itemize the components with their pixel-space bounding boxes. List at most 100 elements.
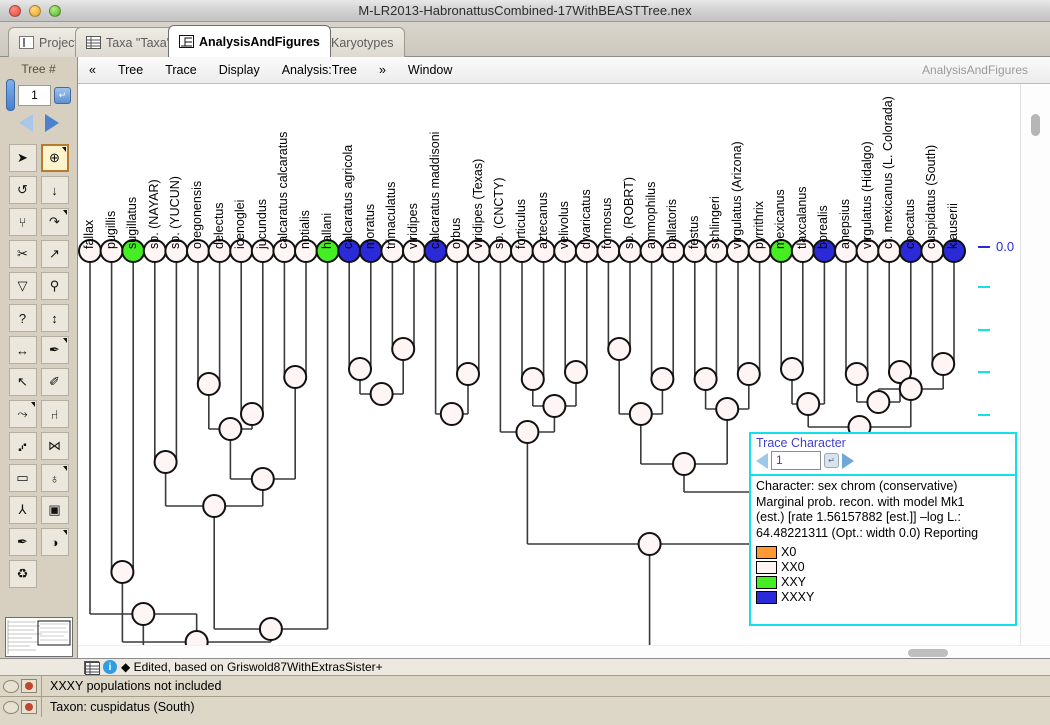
tool-menu-triangle-icon[interactable] xyxy=(63,338,67,343)
globe-tool[interactable]: ♁ xyxy=(41,464,69,492)
annotation-icon[interactable] xyxy=(21,700,37,714)
taxon-label[interactable]: notialis xyxy=(298,210,312,249)
taxon-label[interactable]: calcaratus maddisoni xyxy=(428,132,442,249)
menu-item-analysis[interactable]: Analysis:Tree xyxy=(271,63,368,77)
taxon-label[interactable]: schlingeri xyxy=(708,196,722,249)
next-tree-button[interactable] xyxy=(45,114,59,132)
vertical-scrollbar-thumb[interactable] xyxy=(1031,114,1040,136)
tool-menu-triangle-icon[interactable] xyxy=(62,147,66,152)
tab-analysisandfigures[interactable]: AnalysisAndFigures xyxy=(168,25,331,57)
menu-item-tree[interactable]: Tree xyxy=(107,63,154,77)
graft-tool[interactable]: ↗ xyxy=(41,240,69,268)
taxon-label[interactable]: orbus xyxy=(449,218,463,249)
taxon-label[interactable]: cf. mexicanus (L. Colorada) xyxy=(881,96,895,249)
collapse-tool[interactable]: ⑂ xyxy=(9,208,37,236)
ruler-vertical-tool[interactable]: ↕ xyxy=(41,304,69,332)
taxon-label[interactable]: pyrrithrix xyxy=(752,201,766,249)
menu-item-display[interactable]: Display xyxy=(208,63,271,77)
brush-tool[interactable]: ✒ xyxy=(9,528,37,556)
horizontal-scrollbar[interactable] xyxy=(78,645,1050,658)
menu-item-window[interactable]: Window xyxy=(397,63,463,77)
character-enter-button[interactable]: ↵ xyxy=(824,453,839,468)
info-icon[interactable]: i xyxy=(103,660,117,674)
taxon-label[interactable]: fallax xyxy=(82,220,96,249)
magnifier-plus-tool[interactable]: ⊕ xyxy=(41,144,69,172)
character-number-input[interactable]: 1 xyxy=(771,451,821,470)
pen-tool[interactable]: ✒ xyxy=(41,336,69,364)
query-tool[interactable]: ? xyxy=(9,304,37,332)
taxon-label[interactable]: formosus xyxy=(600,198,614,249)
tree-number-enter-button[interactable]: ↵ xyxy=(54,87,71,104)
taxon-label[interactable]: sp. (YUCUN) xyxy=(168,176,182,249)
taxon-label[interactable]: virgulatus (Arizona) xyxy=(730,141,744,249)
taxon-label[interactable]: moratus xyxy=(363,204,377,249)
prev-character-button[interactable] xyxy=(756,453,768,469)
taxon-label[interactable]: sp. (NAYAR) xyxy=(147,179,161,249)
taxon-label[interactable]: borealis xyxy=(816,205,830,249)
taxon-label[interactable]: oregonensis xyxy=(190,181,204,249)
node-connect-tool[interactable]: ⋈ xyxy=(41,432,69,460)
tool-menu-triangle-icon[interactable] xyxy=(63,466,67,471)
taxon-label[interactable]: coecatus xyxy=(903,199,917,249)
tool-menu-triangle-icon[interactable] xyxy=(63,210,67,215)
taxon-label[interactable]: jucundus xyxy=(255,199,269,249)
reroot-tool[interactable]: ↺ xyxy=(9,176,37,204)
taxon-label[interactable]: ammophilus xyxy=(644,182,658,249)
taxon-label[interactable]: ballatoris xyxy=(665,199,679,249)
taxon-label[interactable]: sugillatus xyxy=(125,197,139,249)
taxon-label[interactable]: anepsius xyxy=(838,199,852,249)
horizontal-scrollbar-thumb[interactable] xyxy=(908,649,948,657)
taxon-label[interactable]: cuspidatus (South) xyxy=(924,145,938,249)
annotation-icon[interactable] xyxy=(21,679,37,693)
move-branch-tool[interactable]: ↷ xyxy=(41,208,69,236)
taxon-label[interactable]: virgulatus (Hidalgo) xyxy=(860,141,874,249)
tool-menu-triangle-icon[interactable] xyxy=(63,530,67,535)
taxon-label[interactable]: forticulus xyxy=(514,199,528,249)
ruler-arrow-tool[interactable]: ▭ xyxy=(9,464,37,492)
taxon-label[interactable]: sp. (CNCTY) xyxy=(492,177,506,249)
taxon-label[interactable]: velivolus xyxy=(557,201,571,249)
taxon-label[interactable]: calcaratus calcaratus xyxy=(276,132,290,249)
prev-tree-button[interactable] xyxy=(19,114,33,132)
taxon-label[interactable]: icenoglei xyxy=(233,200,247,249)
comb-arrow-tool[interactable]: ⑇ xyxy=(9,432,37,460)
magnifier-tool[interactable]: ⚲ xyxy=(41,272,69,300)
tree-number-input[interactable]: 1 xyxy=(18,85,51,106)
collapse-icon[interactable] xyxy=(3,701,19,714)
collapse-icon[interactable] xyxy=(3,680,19,693)
paint-bucket-tool[interactable]: ▣ xyxy=(41,496,69,524)
branch-down-tool[interactable]: ↓ xyxy=(41,176,69,204)
scissors-tool[interactable]: ✂ xyxy=(9,240,37,268)
branch-select-tool[interactable]: ⤳ xyxy=(9,400,37,428)
tab-taxa[interactable]: Taxa "Taxa" xyxy=(75,27,182,57)
taxon-label[interactable]: mexicanus xyxy=(773,189,787,249)
tree-slider[interactable] xyxy=(6,79,15,111)
taxon-label[interactable]: klauserii xyxy=(946,203,960,249)
name-tool[interactable]: ✐ xyxy=(41,368,69,396)
taxon-label[interactable]: divaricatus xyxy=(579,189,593,249)
taxon-label[interactable]: aztecanus xyxy=(536,192,550,249)
taxon-label[interactable]: delectus xyxy=(212,202,226,249)
merge-tool[interactable]: ⅄ xyxy=(9,496,37,524)
ladderize-tool[interactable]: ▽ xyxy=(9,272,37,300)
arrow-tool[interactable]: ➤ xyxy=(9,144,37,172)
menu-item-next[interactable]: » xyxy=(368,63,397,77)
tool-menu-triangle-icon[interactable] xyxy=(31,402,35,407)
taxon-label[interactable]: trimaculatus xyxy=(384,182,398,249)
taxon-label[interactable]: sp. (ROBRT) xyxy=(622,177,636,249)
ruler-tool[interactable]: ↔ xyxy=(9,336,37,364)
color-brush-tool[interactable]: ◑ xyxy=(41,528,69,556)
taxon-label[interactable]: hallani xyxy=(320,213,334,249)
comb-select-tool[interactable]: ⑁ xyxy=(41,400,69,428)
taxon-label[interactable]: viridipes xyxy=(406,203,420,249)
next-character-button[interactable] xyxy=(842,453,854,469)
taxon-label[interactable]: pugillis xyxy=(104,211,118,249)
taxon-label[interactable]: viridipes (Texas) xyxy=(471,159,485,249)
taxon-label[interactable]: festus xyxy=(687,216,701,249)
menu-item-prev[interactable]: « xyxy=(78,63,107,77)
trace-character-panel[interactable]: Trace Character 1 ↵ Character: sex chrom… xyxy=(749,432,1017,626)
select-arrow-tool[interactable]: ↖ xyxy=(9,368,37,396)
menu-item-trace[interactable]: Trace xyxy=(154,63,208,77)
taxon-label[interactable]: calcaratus agricola xyxy=(341,145,355,249)
vertical-scrollbar[interactable] xyxy=(1020,84,1050,656)
